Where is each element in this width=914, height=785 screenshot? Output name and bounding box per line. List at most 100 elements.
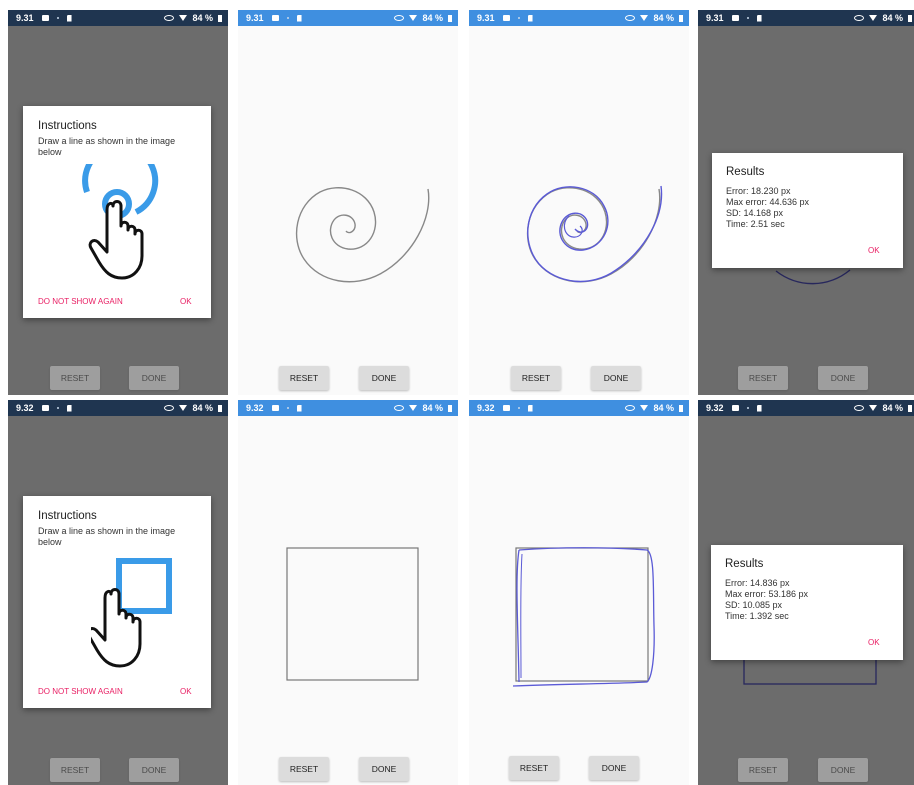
done-label: DONE [830,373,856,383]
eye-icon [854,405,865,411]
sd-card-icon [756,14,762,22]
dialog-title: Instructions [38,510,97,522]
dot-icon [286,407,289,409]
done-button[interactable]: DONE [589,756,639,780]
battery-icon [679,404,683,412]
status-bar: 9.31 84 % [698,10,914,26]
do-not-show-again-button[interactable]: DO NOT SHOW AGAIN [38,687,123,696]
screen-square-results: 9.32 84 % RESET DONE Results Error: 14.8… [698,400,914,785]
max-error-value: Max error: 44.636 px [726,197,810,207]
reset-button[interactable]: RESET [50,366,100,390]
done-button[interactable]: DONE [359,366,409,390]
spiral-guide-image [82,164,159,280]
battery-percent: 84 % [422,403,443,413]
done-button[interactable]: DONE [359,757,409,781]
reset-button[interactable]: RESET [50,758,100,782]
time-value: Time: 2.51 sec [726,219,785,229]
target-square [286,547,419,681]
done-button[interactable]: DONE [818,758,868,782]
reset-button[interactable]: RESET [738,758,788,782]
wifi-icon [179,15,188,21]
dot-icon [56,407,59,409]
sd-card-icon [296,14,302,22]
dialog-text: Draw a line as shown in the image below [38,136,176,157]
status-time: 9.31 [246,13,264,23]
reset-label: RESET [60,373,90,383]
status-time: 9.32 [706,403,724,413]
instructions-dialog: Instructions Draw a line as shown in the… [23,106,211,318]
screen-square-target: 9.32 84 % RESET DONE [238,400,458,785]
ok-button[interactable]: OK [180,297,192,306]
target-spiral [295,187,430,283]
reset-button[interactable]: RESET [738,366,788,390]
screen-square-instructions: 9.32 84 % RESET DONE Instructions Draw a… [8,400,228,785]
reset-label: RESET [60,765,90,775]
drawing-canvas[interactable] [238,416,458,785]
eye-icon [625,15,636,21]
eye-icon [854,15,865,21]
touch-hand-icon [88,200,144,280]
status-time: 9.32 [246,403,264,413]
done-button[interactable]: DONE [818,366,868,390]
dot-icon [746,17,749,19]
dialog-text: Draw a line as shown in the image below [38,526,176,547]
done-label: DONE [371,764,397,774]
drawing-canvas[interactable] [469,26,689,395]
error-value: Error: 14.836 px [725,578,790,588]
battery-icon [218,14,222,22]
done-button[interactable]: DONE [591,366,641,390]
eye-icon [164,15,175,21]
done-label: DONE [371,373,397,383]
error-value: Error: 18.230 px [726,186,791,196]
battery-icon [679,14,683,22]
battery-percent: 84 % [653,13,674,23]
battery-percent: 84 % [882,403,903,413]
wifi-icon [869,405,878,411]
eye-icon [394,405,405,411]
instructions-dialog: Instructions Draw a line as shown in the… [23,496,211,708]
drawing-canvas[interactable] [469,416,689,785]
reset-button[interactable]: RESET [509,756,559,780]
battery-percent: 84 % [882,13,903,23]
reset-button[interactable]: RESET [511,366,561,390]
status-bar: 9.32 84 % [238,400,458,416]
ok-button[interactable]: OK [180,687,192,696]
battery-icon [448,14,452,22]
status-bar: 9.32 84 % [698,400,914,416]
reset-button[interactable]: RESET [279,757,329,781]
ok-button[interactable]: OK [868,638,880,647]
dialog-title: Results [726,166,765,178]
results-dialog: Results Error: 14.836 px Max error: 53.1… [711,545,903,660]
done-label: DONE [141,765,167,775]
done-button[interactable]: DONE [129,758,179,782]
image-icon [731,405,739,411]
dot-icon [286,17,289,19]
image-icon [502,405,510,411]
do-not-show-again-button[interactable]: DO NOT SHOW AGAIN [38,297,123,306]
wifi-icon [869,15,878,21]
battery-percent: 84 % [192,13,213,23]
dot-icon [56,17,59,19]
battery-icon [908,14,912,22]
done-button[interactable]: DONE [129,366,179,390]
reset-label: RESET [519,763,549,773]
screen-spiral-results: 9.31 84 % RESET DONE Results Error: 18.2… [698,10,914,395]
status-bar: 9.32 84 % [8,400,228,416]
reset-button[interactable]: RESET [279,366,329,390]
screen-spiral-drawn: 9.31 84 % RESET DONE [469,10,689,395]
touch-hand-icon [91,588,142,668]
sd-card-icon [66,404,72,412]
drawing-canvas[interactable] [238,26,458,395]
ok-button[interactable]: OK [868,246,880,255]
max-error-value: Max error: 53.186 px [725,589,809,599]
dot-icon [517,17,520,19]
dot-icon [746,407,749,409]
reset-label: RESET [748,373,778,383]
eye-icon [394,15,405,21]
eye-icon [625,405,636,411]
screen-spiral-target: 9.31 84 % RESET DONE [238,10,458,395]
wifi-icon [179,405,188,411]
done-label: DONE [601,763,627,773]
screen-spiral-instructions: 9.31 84 % RESET DONE Instructions Draw a… [8,10,228,395]
status-bar: 9.31 84 % [238,10,458,26]
